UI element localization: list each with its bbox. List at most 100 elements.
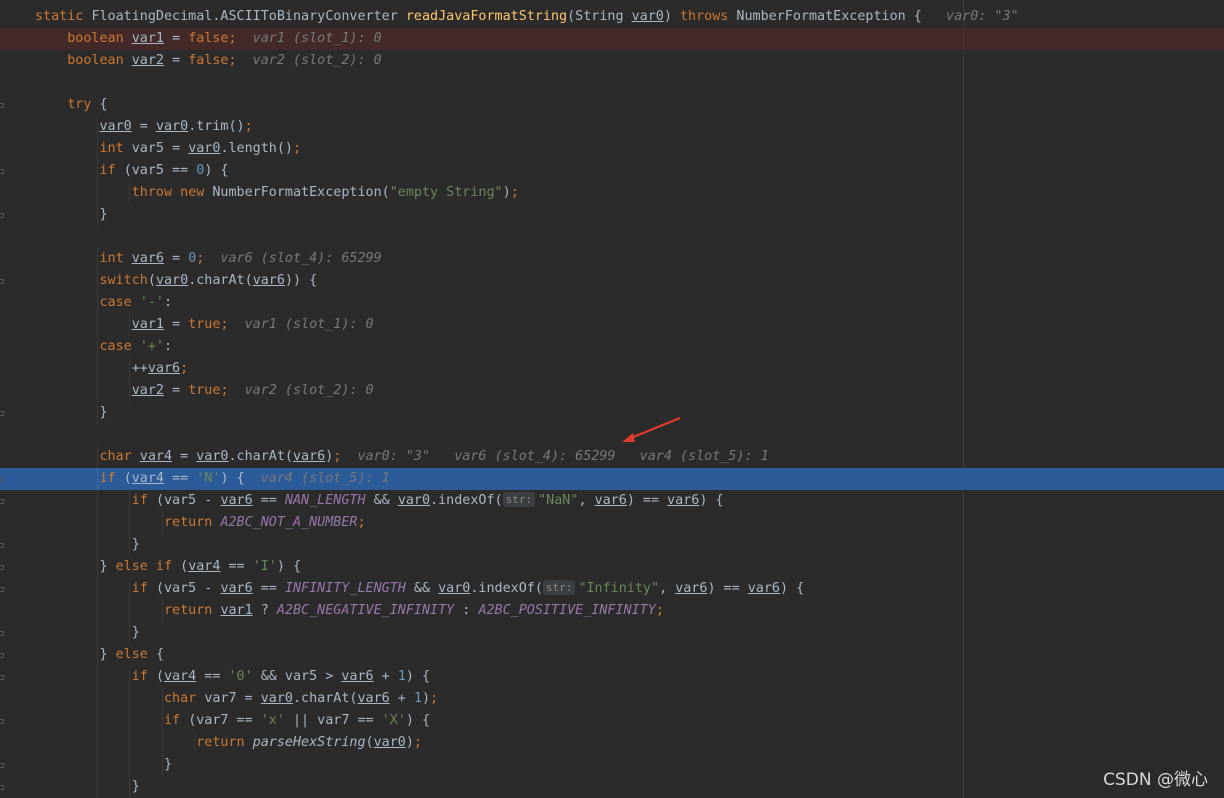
code-line[interactable]: } [0,622,1224,644]
code-token: = [164,31,189,46]
code-line[interactable]: boolean var1 = false; var1 (slot_1): 0 [0,28,1224,50]
code-token: .length() [220,141,293,156]
code-token: var6 [220,493,253,508]
code-text: } [35,776,140,798]
fold-marker-icon[interactable] [0,411,4,416]
code-line[interactable]: return parseHexString(var0); [0,732,1224,754]
code-text: if (var4 == '0' && var5 > var6 + 1) { [35,666,430,688]
code-line[interactable]: var0 = var0.trim(); [0,116,1224,138]
code-token: NumberFormatException { [736,9,938,24]
code-token: boolean [35,31,132,46]
code-line[interactable]: try { [0,94,1224,116]
code-token: ; [293,141,302,156]
code-line[interactable]: } else { [0,644,1224,666]
code-line[interactable]: return A2BC_NOT_A_NUMBER; [0,512,1224,534]
code-line[interactable] [0,72,1224,94]
code-line[interactable]: return var1 ? A2BC_NEGATIVE_INFINITY : A… [0,600,1224,622]
fold-marker-icon[interactable] [0,543,4,548]
fold-marker-icon[interactable] [0,499,4,504]
code-token: var2 [131,53,164,68]
code-line[interactable]: switch(var0.charAt(var6)) { [0,270,1224,292]
code-token: char [35,449,140,464]
code-token: NAN_LENGTH [284,493,366,508]
code-line[interactable]: ++var6; [0,358,1224,380]
code-line[interactable]: char var7 = var0.charAt(var6 + 1); [0,688,1224,710]
code-line[interactable]: static FloatingDecimal.ASCIIToBinaryConv… [0,6,1224,28]
code-line[interactable]: var1 = true; var1 (slot_1): 0 [0,314,1224,336]
fold-marker-icon[interactable] [0,785,4,790]
code-line-current[interactable]: if (var4 == 'N') { var4 (slot_5): 1 [0,468,1224,490]
code-line[interactable]: var2 = true; var2 (slot_2): 0 [0,380,1224,402]
code-line[interactable]: throw new NumberFormatException("empty S… [0,182,1224,204]
code-text: char var4 = var0.charAt(var6); var0: "3"… [35,446,768,468]
code-line[interactable]: } [0,204,1224,226]
code-line[interactable]: int var5 = var0.length(); [0,138,1224,160]
code-line[interactable]: if (var5 - var6 == NAN_LENGTH && var0.in… [0,490,1224,512]
code-line[interactable]: } [0,754,1224,776]
code-text: switch(var0.charAt(var6)) { [35,270,317,292]
fold-marker-icon[interactable] [0,565,4,570]
fold-marker-icon[interactable] [0,169,4,174]
inline-debug-value: var2 (slot_2): 0 [236,53,382,68]
code-token: true [188,317,221,332]
code-line[interactable]: char var4 = var0.charAt(var6); var0: "3"… [0,446,1224,468]
fold-marker-icon[interactable] [0,719,4,724]
code-token: ) [405,735,414,750]
code-line[interactable]: case '-': [0,292,1224,314]
fold-marker-icon[interactable] [0,103,4,108]
code-line[interactable]: } [0,402,1224,424]
code-text: var0 = var0.trim(); [35,116,253,138]
code-token: '0' [228,669,253,684]
code-token: ; [228,53,237,68]
code-token: ; [244,119,253,134]
code-token: if [35,471,124,486]
code-token: "empty String" [389,185,503,200]
code-editor[interactable]: static FloatingDecimal.ASCIIToBinaryConv… [0,0,1224,798]
fold-marker-icon[interactable] [0,477,4,482]
code-line[interactable] [0,226,1224,248]
code-token: == [252,493,285,508]
code-token: ++ [35,361,148,376]
code-line[interactable] [0,424,1224,446]
code-line[interactable]: if (var5 == 0) { [0,160,1224,182]
code-token: ; [220,317,229,332]
code-token: ) { [220,471,245,486]
code-token: ? [252,603,277,618]
code-token: var0 [260,691,293,706]
code-token: , [578,493,595,508]
fold-marker-icon[interactable] [0,279,4,284]
fold-marker-icon[interactable] [0,213,4,218]
code-line[interactable]: case '+': [0,336,1224,358]
code-token: static [35,9,92,24]
code-text: static FloatingDecimal.ASCIIToBinaryConv… [35,6,1019,28]
code-token: { [99,97,108,112]
fold-marker-icon[interactable] [0,653,4,658]
code-token: + [373,669,398,684]
code-line[interactable]: int var6 = 0; var6 (slot_4): 65299 [0,248,1224,270]
code-line[interactable]: if (var5 - var6 == INFINITY_LENGTH && va… [0,578,1224,600]
code-token: var0 [397,493,431,508]
fold-marker-icon[interactable] [0,675,4,680]
code-token: ) { [699,493,724,508]
code-token: == [196,669,229,684]
code-line[interactable]: boolean var2 = false; var2 (slot_2): 0 [0,50,1224,72]
code-token: else if [115,559,181,574]
code-line[interactable]: } else if (var4 == 'I') { [0,556,1224,578]
code-token: 1 [413,691,422,706]
code-token: )) { [284,273,318,288]
code-line[interactable]: if (var4 == '0' && var5 > var6 + 1) { [0,666,1224,688]
code-line[interactable]: if (var7 == 'x' || var7 == 'X') { [0,710,1224,732]
fold-marker-icon[interactable] [0,631,4,636]
code-line[interactable]: } [0,776,1224,798]
code-token: if [35,581,156,596]
code-token: var6 [357,691,390,706]
fold-marker-icon[interactable] [0,763,4,768]
code-text: ++var6; [35,358,188,380]
code-token: .charAt( [188,273,253,288]
code-line[interactable]: } [0,534,1224,556]
code-token: var6 [747,581,780,596]
fold-marker-icon[interactable] [0,587,4,592]
code-token: '+' [139,339,164,354]
